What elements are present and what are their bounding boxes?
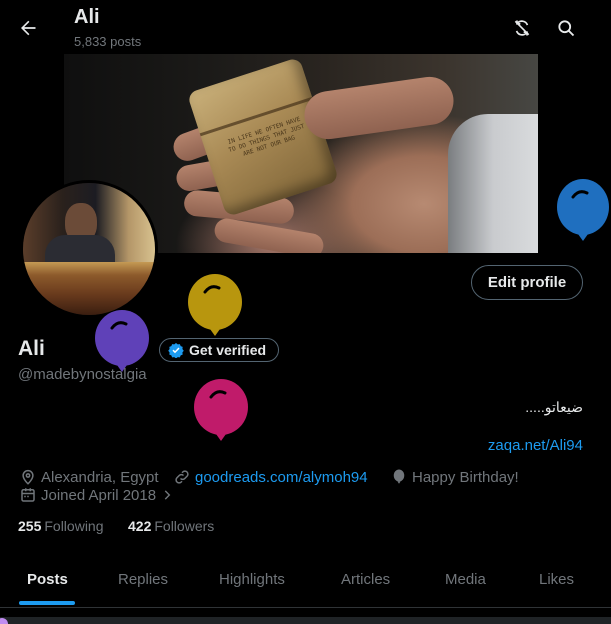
followers-link[interactable]: 422 Followers <box>128 518 214 534</box>
balloon-icon <box>188 274 242 336</box>
search-button[interactable] <box>549 11 583 45</box>
tab-media[interactable]: Media <box>445 571 486 588</box>
joined-text: Joined April 2018 <box>41 486 157 504</box>
following-count: 255 <box>18 518 42 534</box>
balloon-body <box>188 274 242 330</box>
get-verified-button[interactable]: Get verified <box>159 338 280 362</box>
tab-articles[interactable]: Articles <box>341 571 390 588</box>
verified-badge-icon <box>168 343 184 358</box>
birthday: Happy Birthday! <box>390 468 519 486</box>
link-icon <box>175 470 189 484</box>
sync-off-icon <box>514 20 530 36</box>
balloon-knot <box>578 234 588 241</box>
balloon-small-icon <box>393 469 405 484</box>
header-title: Ali <box>74 6 100 28</box>
balloon-knot <box>210 329 220 336</box>
profile-tabs: Posts Replies Highlights Articles Media … <box>0 552 611 608</box>
followers-label: Followers <box>154 518 215 534</box>
joined[interactable]: Joined April 2018 <box>19 486 174 504</box>
tab-likes[interactable]: Likes <box>539 571 574 588</box>
bottom-divider <box>0 617 611 624</box>
search-icon <box>558 20 575 37</box>
post-count: 5,833 posts <box>74 34 142 49</box>
get-verified-label: Get verified <box>189 342 267 358</box>
back-button[interactable] <box>11 11 45 45</box>
sync-off-button[interactable] <box>505 11 539 45</box>
chevron-right-icon <box>164 490 171 500</box>
following-link[interactable]: 255 Following <box>18 518 104 534</box>
followers-count: 422 <box>128 518 152 534</box>
balloon-body <box>194 379 248 435</box>
tab-highlights[interactable]: Highlights <box>219 571 285 588</box>
following-label: Following <box>44 518 104 534</box>
birthday-text: Happy Birthday! <box>412 468 519 486</box>
active-tab-indicator <box>19 601 75 605</box>
profile-handle: @madebynostalgia <box>18 366 147 383</box>
profile-name: Ali <box>18 337 45 360</box>
avatar[interactable] <box>20 180 158 318</box>
balloon-body <box>95 310 149 366</box>
balloon-knot <box>216 434 226 441</box>
edit-profile-button[interactable]: Edit profile <box>471 265 583 300</box>
calendar-icon <box>21 488 35 502</box>
tab-replies[interactable]: Replies <box>118 571 168 588</box>
bio-link[interactable]: zaqa.net/Ali94 <box>488 437 583 454</box>
balloon-icon <box>194 379 248 441</box>
website[interactable]: goodreads.com/alymoh94 <box>173 468 368 486</box>
profile-bio: ضيعاتو..... <box>525 399 583 415</box>
arrow-left-icon <box>21 20 36 36</box>
location: Alexandria, Egypt <box>19 468 159 486</box>
balloon-body <box>557 179 609 235</box>
banner-sleeve <box>448 114 538 253</box>
location-pin-icon <box>22 469 34 485</box>
website-link[interactable]: goodreads.com/alymoh94 <box>195 469 368 486</box>
balloon-icon <box>557 179 609 241</box>
tab-posts[interactable]: Posts <box>27 571 68 588</box>
location-text: Alexandria, Egypt <box>41 468 159 486</box>
